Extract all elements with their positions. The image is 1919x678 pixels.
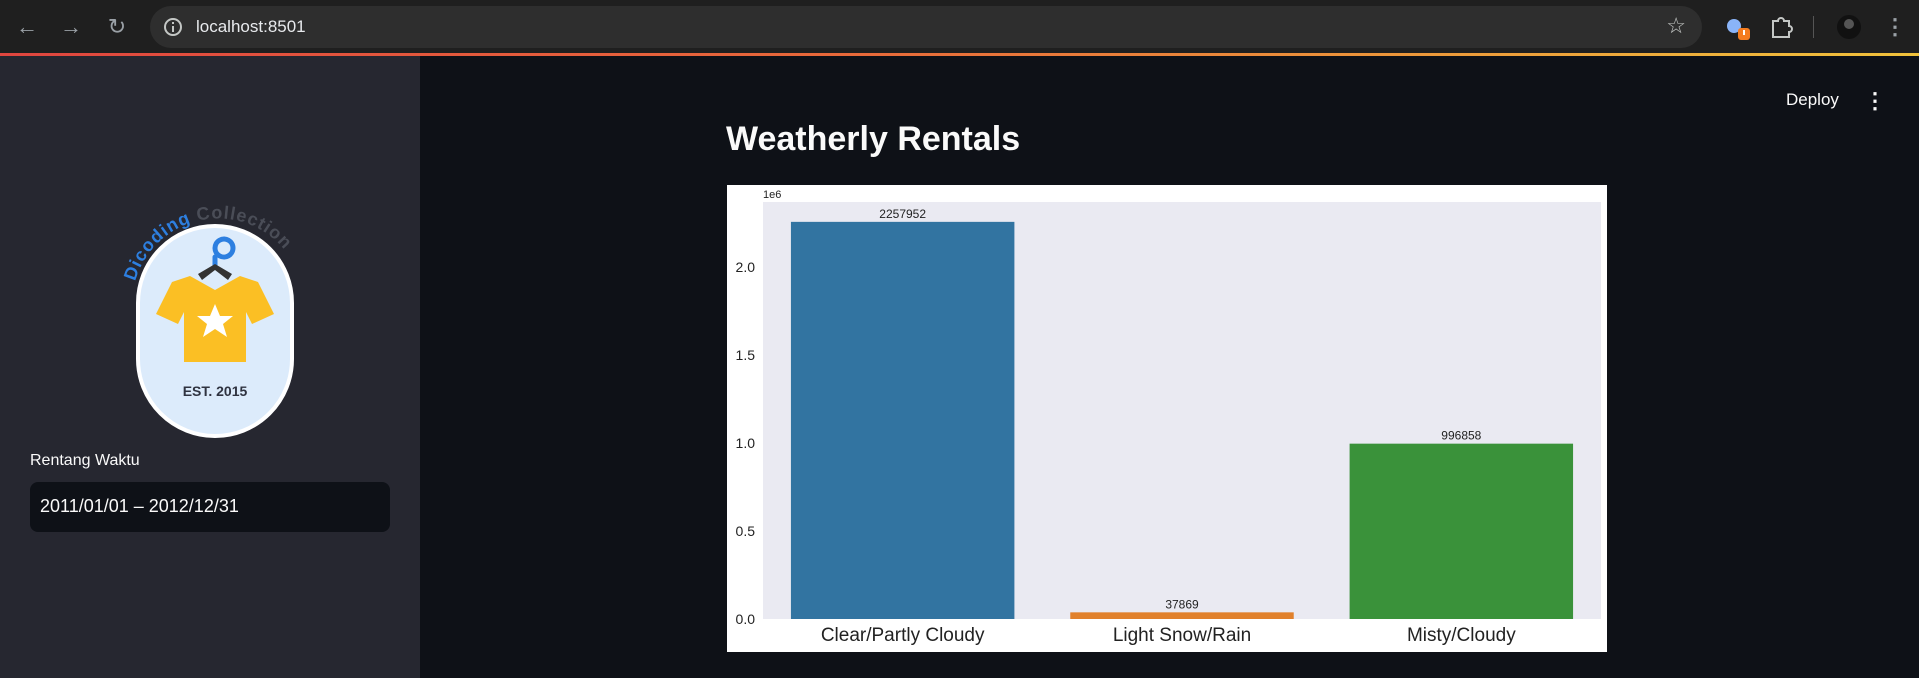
- bookmark-star-icon[interactable]: ☆: [1666, 13, 1686, 39]
- toolbar-divider: [1813, 16, 1814, 38]
- bar-data-label: 37869: [1165, 597, 1199, 611]
- date-range-label: Rentang Waktu: [30, 452, 140, 469]
- address-bar[interactable]: localhost:8501 ☆: [150, 6, 1702, 48]
- bar-data-label: 2257952: [879, 207, 926, 221]
- reload-icon[interactable]: ↻: [102, 12, 132, 42]
- sidebar: Dicoding Collection EST. 2015 Rentang Wa…: [0, 56, 420, 678]
- bar-1: [790, 221, 1015, 619]
- y-tick-label: 1.0: [736, 435, 756, 451]
- site-info-icon[interactable]: [162, 16, 184, 38]
- page-title: Weatherly Rentals: [726, 120, 1021, 158]
- x-tick-label: Clear/Partly Cloudy: [821, 625, 985, 646]
- chart-svg: 1e6 0.0 0.5 1.0 1.5 2.0 2257952 Clear/Partly Cl…: [736, 189, 1601, 646]
- browser-toolbar: ← → ↻ localhost:8501 ☆ ⋮: [0, 0, 1919, 56]
- y-tick-label: 0.0: [736, 611, 756, 627]
- y-tick-label: 0.5: [736, 523, 756, 539]
- bar-2: [1070, 612, 1294, 619]
- extensions-puzzle-icon[interactable]: [1766, 12, 1796, 42]
- extension-alert-icon[interactable]: [1722, 12, 1752, 42]
- deploy-button[interactable]: Deploy: [1786, 90, 1839, 110]
- bar-chart: 1e6 0.0 0.5 1.0 1.5 2.0 2257952 Clear/Partly Cl…: [727, 185, 1607, 652]
- bar-data-label: 996858: [1441, 429, 1481, 443]
- svg-text:EST. 2015: EST. 2015: [183, 383, 248, 399]
- y-offset-label: 1e6: [763, 189, 781, 201]
- url-text[interactable]: localhost:8501: [196, 17, 306, 37]
- forward-icon[interactable]: →: [56, 12, 86, 42]
- y-tick-label: 2.0: [736, 259, 756, 275]
- profile-avatar[interactable]: [1834, 12, 1864, 42]
- y-tick-label: 1.5: [736, 347, 756, 363]
- main-menu-icon[interactable]: ⋮: [1864, 88, 1886, 114]
- x-tick-label: Misty/Cloudy: [1407, 625, 1516, 646]
- date-range-input[interactable]: 2011/01/01 – 2012/12/31: [30, 482, 390, 532]
- dicoding-collection-logo: Dicoding Collection EST. 2015: [120, 202, 296, 438]
- browser-menu-icon[interactable]: ⋮: [1880, 12, 1910, 42]
- bar-3: [1349, 443, 1574, 619]
- back-icon[interactable]: ←: [12, 12, 42, 42]
- x-tick-label: Light Snow/Rain: [1113, 625, 1251, 646]
